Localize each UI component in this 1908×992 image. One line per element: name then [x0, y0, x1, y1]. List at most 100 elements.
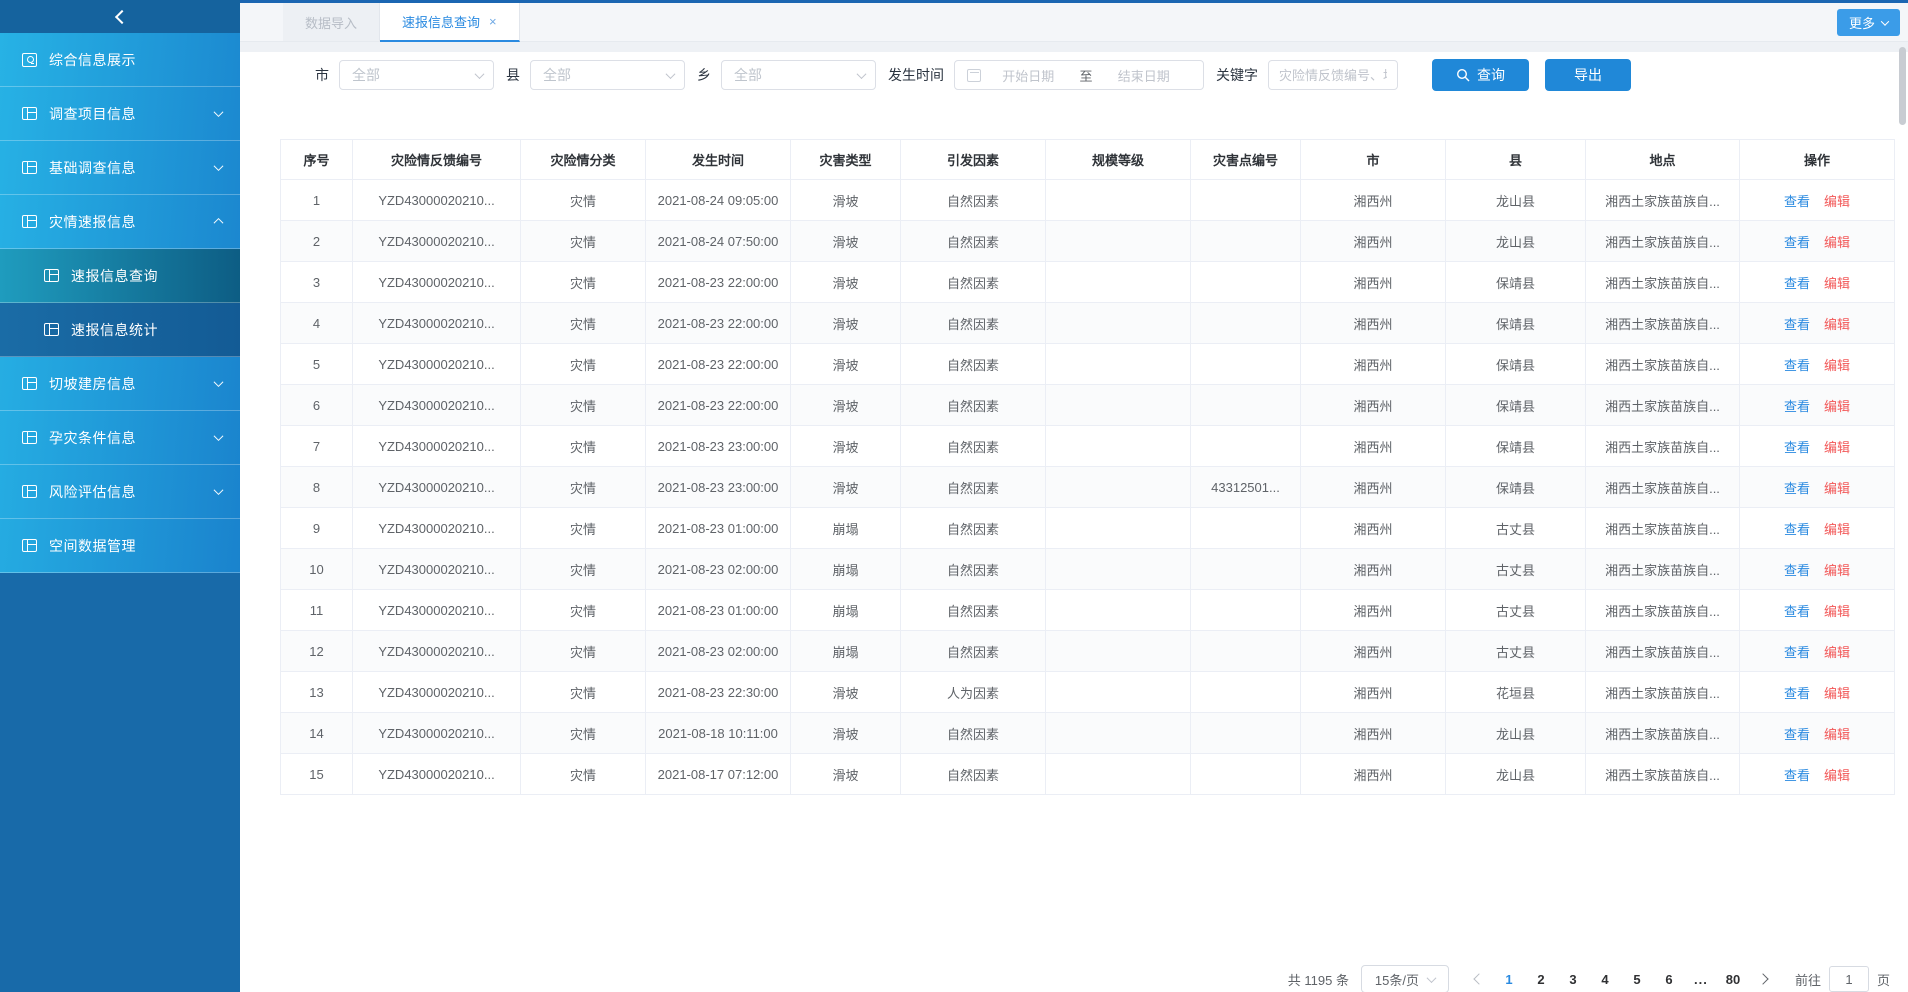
next-page-button[interactable]	[1757, 973, 1768, 984]
date-range-picker[interactable]: 开始日期 至 结束日期	[954, 60, 1204, 90]
sidebar-item[interactable]: 灾情速报信息	[0, 195, 240, 249]
table-cell: YZD43000020210...	[353, 385, 521, 426]
chevron-down-icon	[475, 69, 485, 79]
table-cell	[1191, 385, 1301, 426]
more-button[interactable]: 更多	[1837, 9, 1900, 36]
operation-cell: 查看编辑	[1740, 754, 1895, 795]
column-header: 灾险情反馈编号	[353, 140, 521, 180]
export-button[interactable]: 导出	[1545, 59, 1631, 91]
edit-link[interactable]: 编辑	[1824, 645, 1850, 660]
table-cell	[1046, 590, 1191, 631]
edit-link[interactable]: 编辑	[1824, 440, 1850, 455]
table-cell: 9	[281, 508, 353, 549]
view-link[interactable]: 查看	[1784, 604, 1810, 619]
table-cell: 6	[281, 385, 353, 426]
tab-inactive[interactable]: 数据导入	[283, 3, 380, 41]
sidebar-item[interactable]: 基础调查信息	[0, 141, 240, 195]
edit-link[interactable]: 编辑	[1824, 317, 1850, 332]
view-link[interactable]: 查看	[1784, 686, 1810, 701]
table-cell: 滑坡	[791, 467, 901, 508]
edit-link[interactable]: 编辑	[1824, 686, 1850, 701]
vertical-scrollbar-thumb[interactable]	[1899, 47, 1906, 125]
operation-cell: 查看编辑	[1740, 303, 1895, 344]
view-link[interactable]: 查看	[1784, 645, 1810, 660]
edit-link[interactable]: 编辑	[1824, 399, 1850, 414]
town-select[interactable]: 全部	[721, 60, 876, 90]
close-icon[interactable]: ×	[489, 15, 497, 28]
view-link[interactable]: 查看	[1784, 194, 1810, 209]
edit-link[interactable]: 编辑	[1824, 194, 1850, 209]
edit-link[interactable]: 编辑	[1824, 727, 1850, 742]
table-icon	[22, 485, 37, 498]
table-cell: 湘西土家族苗族自...	[1586, 180, 1740, 221]
page-ellipsis: ...	[1691, 972, 1711, 987]
page-number[interactable]: 4	[1595, 972, 1615, 987]
view-link[interactable]: 查看	[1784, 317, 1810, 332]
table-cell: 灾情	[521, 262, 646, 303]
edit-link[interactable]: 编辑	[1824, 481, 1850, 496]
goto-page-input[interactable]	[1829, 966, 1869, 992]
table-cell: 滑坡	[791, 344, 901, 385]
sidebar-item[interactable]: 孕灾条件信息	[0, 411, 240, 465]
table-cell: YZD43000020210...	[353, 508, 521, 549]
edit-link[interactable]: 编辑	[1824, 276, 1850, 291]
table-cell	[1191, 713, 1301, 754]
export-button-label: 导出	[1574, 65, 1602, 85]
edit-link[interactable]: 编辑	[1824, 768, 1850, 783]
page-number[interactable]: 3	[1563, 972, 1583, 987]
page-number[interactable]: 80	[1723, 972, 1743, 987]
more-button-label: 更多	[1849, 13, 1875, 32]
view-link[interactable]: 查看	[1784, 481, 1810, 496]
sidebar-item[interactable]: 速报信息查询	[0, 249, 240, 303]
city-select[interactable]: 全部	[339, 60, 494, 90]
sidebar-collapse-button[interactable]	[0, 0, 240, 33]
page-number[interactable]: 5	[1627, 972, 1647, 987]
page-number[interactable]: 2	[1531, 972, 1551, 987]
column-header: 县	[1446, 140, 1586, 180]
view-link[interactable]: 查看	[1784, 727, 1810, 742]
table-cell: 湘西州	[1301, 344, 1446, 385]
keyword-input[interactable]	[1268, 60, 1398, 90]
edit-link[interactable]: 编辑	[1824, 563, 1850, 578]
view-link[interactable]: 查看	[1784, 276, 1810, 291]
tab-label: 速报信息查询	[402, 12, 480, 31]
sidebar-item[interactable]: 切坡建房信息	[0, 357, 240, 411]
page-number[interactable]: 6	[1659, 972, 1679, 987]
view-link[interactable]: 查看	[1784, 440, 1810, 455]
search-button[interactable]: 查询	[1432, 59, 1529, 91]
page-number[interactable]: 1	[1499, 972, 1519, 987]
county-select[interactable]: 全部	[530, 60, 685, 90]
edit-link[interactable]: 编辑	[1824, 235, 1850, 250]
tab-active[interactable]: 速报信息查询 ×	[380, 3, 520, 42]
view-link[interactable]: 查看	[1784, 399, 1810, 414]
view-link[interactable]: 查看	[1784, 358, 1810, 373]
sidebar-item[interactable]: 综合信息展示	[0, 33, 240, 87]
table-icon	[22, 377, 37, 390]
sidebar-item[interactable]: 调查项目信息	[0, 87, 240, 141]
edit-link[interactable]: 编辑	[1824, 522, 1850, 537]
prev-page-button[interactable]	[1473, 973, 1484, 984]
table-cell: 湘西土家族苗族自...	[1586, 754, 1740, 795]
view-link[interactable]: 查看	[1784, 522, 1810, 537]
page-size-select[interactable]: 15条/页	[1361, 965, 1449, 992]
table-cell: 2021-08-23 22:30:00	[646, 672, 791, 713]
table-cell	[1046, 713, 1191, 754]
sidebar-item[interactable]: 风险评估信息	[0, 465, 240, 519]
table-cell: 花垣县	[1446, 672, 1586, 713]
table-cell: 灾情	[521, 590, 646, 631]
edit-link[interactable]: 编辑	[1824, 604, 1850, 619]
edit-link[interactable]: 编辑	[1824, 358, 1850, 373]
sidebar-item[interactable]: 速报信息统计	[0, 303, 240, 357]
table-cell: 湘西土家族苗族自...	[1586, 467, 1740, 508]
view-link[interactable]: 查看	[1784, 235, 1810, 250]
table-cell: 湘西土家族苗族自...	[1586, 508, 1740, 549]
view-link[interactable]: 查看	[1784, 563, 1810, 578]
table-cell: 古丈县	[1446, 590, 1586, 631]
view-link[interactable]: 查看	[1784, 768, 1810, 783]
sidebar-item[interactable]: 空间数据管理	[0, 519, 240, 573]
table-row: 9YZD43000020210...灾情2021-08-23 01:00:00崩…	[281, 508, 1895, 549]
chevron-down-icon	[857, 69, 867, 79]
table-cell: YZD43000020210...	[353, 754, 521, 795]
chevron-down-icon	[214, 431, 224, 441]
chevron-up-icon	[214, 218, 224, 228]
